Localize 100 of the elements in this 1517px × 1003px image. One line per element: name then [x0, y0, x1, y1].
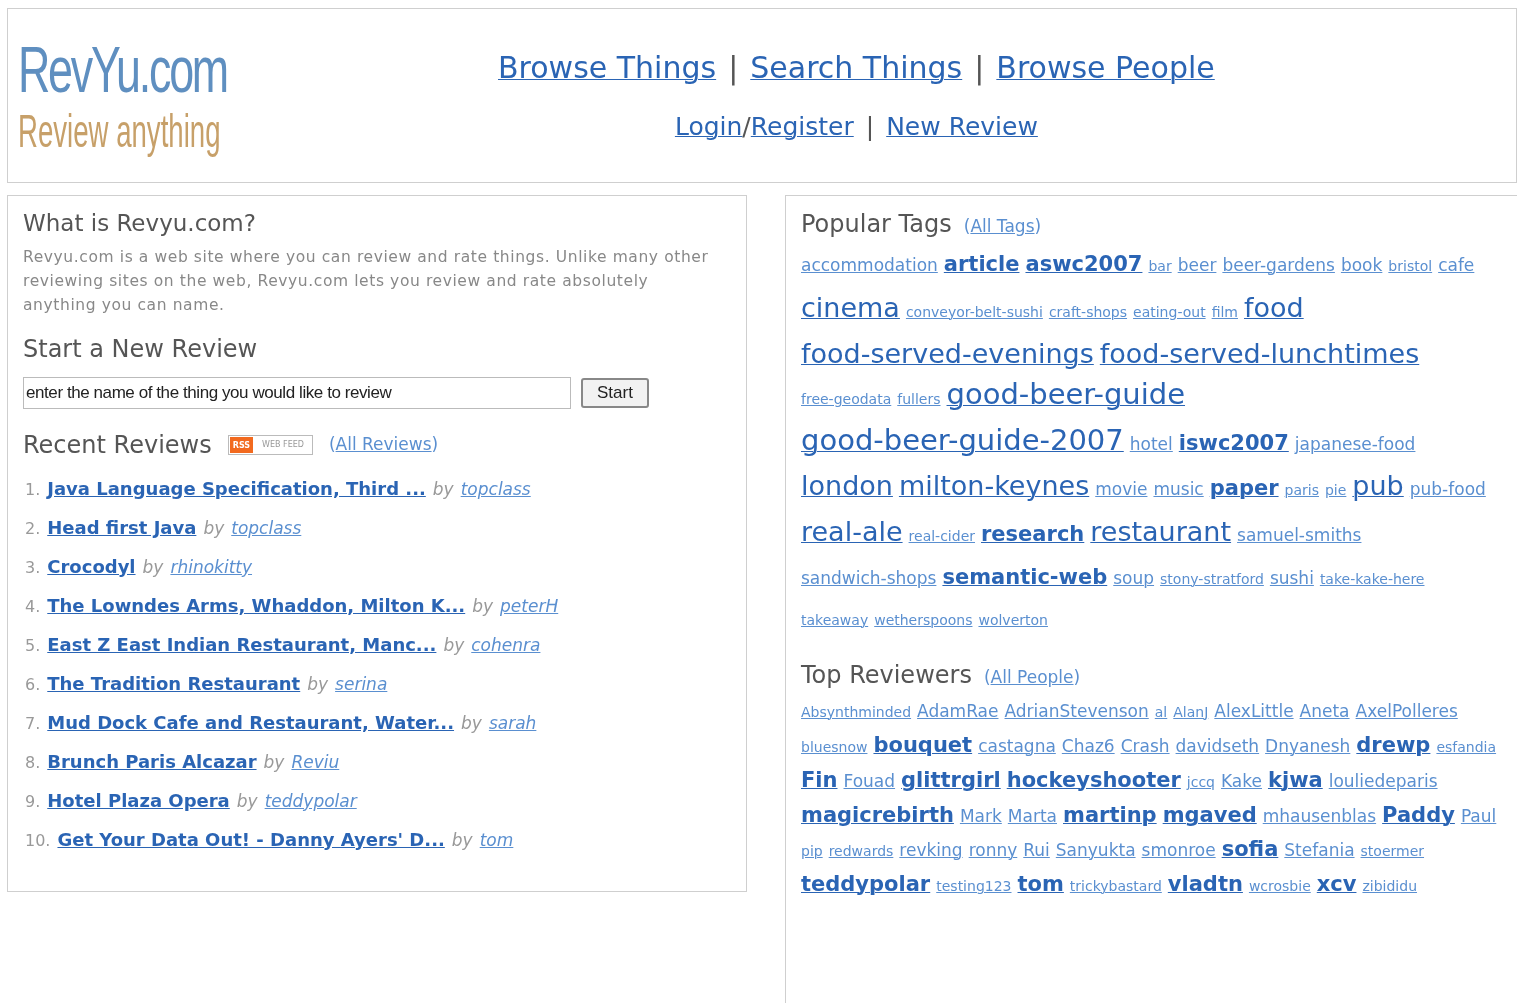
tag-link[interactable]: movie: [1095, 469, 1148, 510]
tag-link[interactable]: Sanyukta: [1055, 834, 1136, 867]
tag-link[interactable]: AlanJ: [1173, 696, 1209, 729]
tag-link[interactable]: Mark: [959, 800, 1002, 833]
tag-link[interactable]: AxelPolleres: [1355, 695, 1458, 728]
tag-link[interactable]: beer: [1177, 245, 1217, 286]
tag-link[interactable]: samuel-smiths: [1237, 515, 1362, 556]
tag-link[interactable]: food-served-evenings: [801, 333, 1094, 374]
tag-link[interactable]: testing123: [936, 870, 1012, 903]
author-link[interactable]: cohenra: [471, 632, 541, 658]
tag-link[interactable]: kjwa: [1267, 764, 1323, 797]
review-link[interactable]: Get Your Data Out! - Danny Ayers' D...: [57, 825, 445, 853]
tag-link[interactable]: xcv: [1316, 868, 1357, 901]
tag-link[interactable]: al: [1154, 696, 1168, 729]
nav-link[interactable]: Search Things: [750, 45, 963, 91]
tag-link[interactable]: soup: [1113, 558, 1155, 599]
tag-link[interactable]: paper: [1209, 468, 1279, 509]
tag-link[interactable]: take-kake-here: [1319, 559, 1425, 600]
review-link[interactable]: Java Language Specification, Third ...: [47, 474, 426, 502]
tag-link[interactable]: Chaz6: [1061, 730, 1115, 763]
review-link[interactable]: Mud Dock Cafe and Restaurant, Water...: [47, 708, 455, 736]
nav-link[interactable]: Browse Things: [498, 45, 717, 91]
tag-link[interactable]: hotel: [1129, 424, 1173, 465]
tag-link[interactable]: Fin: [801, 764, 838, 797]
tag-link[interactable]: martinp: [1063, 799, 1157, 832]
tag-link[interactable]: craft-shops: [1048, 292, 1128, 333]
tag-link[interactable]: book: [1340, 245, 1383, 286]
tag-link[interactable]: AdrianStevenson: [1004, 695, 1149, 728]
author-link[interactable]: teddypolar: [264, 788, 357, 814]
tag-link[interactable]: jccq: [1186, 766, 1215, 799]
tag-link[interactable]: Stefania: [1284, 834, 1355, 867]
tag-link[interactable]: pip: [801, 835, 823, 868]
tag-link[interactable]: castagna: [978, 730, 1056, 763]
tag-link[interactable]: pie: [1324, 470, 1347, 511]
tag-link[interactable]: Paul: [1460, 800, 1497, 833]
tag-link[interactable]: wcrosbie: [1248, 870, 1311, 903]
tag-link[interactable]: paris: [1284, 470, 1319, 511]
tag-link[interactable]: good-beer-guide: [946, 374, 1185, 415]
tag-link[interactable]: tom: [1017, 868, 1064, 901]
nav-link[interactable]: New Review: [886, 108, 1038, 146]
author-link[interactable]: sarah: [488, 710, 537, 736]
tag-link[interactable]: food: [1244, 287, 1304, 328]
tag-link[interactable]: eating-out: [1133, 292, 1206, 333]
tag-link[interactable]: teddypolar: [801, 868, 931, 901]
tag-link[interactable]: conveyor-belt-sushi: [905, 292, 1043, 333]
tag-link[interactable]: restaurant: [1090, 511, 1232, 552]
tag-link[interactable]: AdamRae: [917, 695, 999, 728]
tag-link[interactable]: food-served-lunchtimes: [1099, 333, 1420, 374]
tag-link[interactable]: sofia: [1221, 833, 1279, 866]
tag-link[interactable]: vladtn: [1167, 868, 1243, 901]
feed-badge[interactable]: RSS WEB FEED: [227, 434, 313, 455]
tag-link[interactable]: research: [981, 514, 1085, 555]
nav-link[interactable]: Login: [674, 108, 743, 146]
review-link[interactable]: Brunch Paris Alcazar: [47, 747, 257, 775]
tag-link[interactable]: davidseth: [1175, 730, 1260, 763]
nav-link[interactable]: Register: [750, 108, 854, 146]
tag-link[interactable]: drewp: [1356, 729, 1431, 762]
author-link[interactable]: serina: [335, 671, 388, 697]
review-link[interactable]: The Lowndes Arms, Whaddon, Milton K...: [47, 591, 466, 619]
author-link[interactable]: topclass: [460, 476, 531, 502]
tag-link[interactable]: redwards: [828, 835, 894, 868]
tag-link[interactable]: cinema: [801, 287, 900, 328]
tag-link[interactable]: Marta: [1007, 800, 1057, 833]
review-link[interactable]: Hotel Plaza Opera: [47, 786, 230, 814]
tag-link[interactable]: ronny: [968, 834, 1018, 867]
tag-link[interactable]: stoermer: [1360, 835, 1425, 868]
tag-link[interactable]: bar: [1148, 246, 1172, 287]
tag-link[interactable]: zibididu: [1362, 870, 1417, 903]
tag-link[interactable]: wetherspoons: [874, 600, 973, 641]
author-link[interactable]: topclass: [231, 515, 302, 541]
tag-link[interactable]: Absynthminded: [801, 696, 912, 729]
start-button[interactable]: Start: [581, 377, 649, 408]
tag-link[interactable]: accommodation: [801, 245, 938, 286]
tag-link[interactable]: wolverton: [978, 600, 1048, 641]
tag-link[interactable]: sushi: [1269, 558, 1314, 599]
tag-link[interactable]: Crash: [1120, 730, 1170, 763]
tag-link[interactable]: Aneta: [1299, 695, 1350, 728]
nav-link[interactable]: Browse People: [996, 45, 1215, 91]
author-link[interactable]: tom: [479, 827, 514, 853]
tag-link[interactable]: AlexLittle: [1214, 695, 1294, 728]
tag-link[interactable]: glittrgirl: [901, 764, 1001, 797]
tag-link[interactable]: aswc2007: [1025, 244, 1143, 285]
tag-link[interactable]: smonroe: [1141, 834, 1216, 867]
tag-link[interactable]: milton-keynes: [898, 465, 1090, 506]
tag-link[interactable]: real-cider: [908, 516, 975, 557]
tag-link[interactable]: esfandia: [1436, 731, 1497, 764]
tag-link[interactable]: Kake: [1221, 765, 1262, 798]
tag-link[interactable]: london: [801, 465, 893, 506]
tag-link[interactable]: japanese-food: [1294, 424, 1416, 465]
tag-link[interactable]: bluesnow: [801, 731, 868, 764]
tag-link[interactable]: bristol: [1388, 246, 1433, 287]
tag-link[interactable]: louliedeparis: [1328, 765, 1438, 798]
tag-link[interactable]: pub: [1352, 465, 1404, 506]
tag-link[interactable]: pub-food: [1409, 469, 1486, 510]
tag-link[interactable]: film: [1211, 292, 1238, 333]
tag-link[interactable]: Rui: [1023, 834, 1050, 867]
review-link[interactable]: The Tradition Restaurant: [47, 669, 301, 697]
tag-link[interactable]: iswc2007: [1178, 423, 1289, 464]
tag-link[interactable]: revking: [899, 834, 963, 867]
tag-link[interactable]: free-geodata: [801, 379, 892, 420]
